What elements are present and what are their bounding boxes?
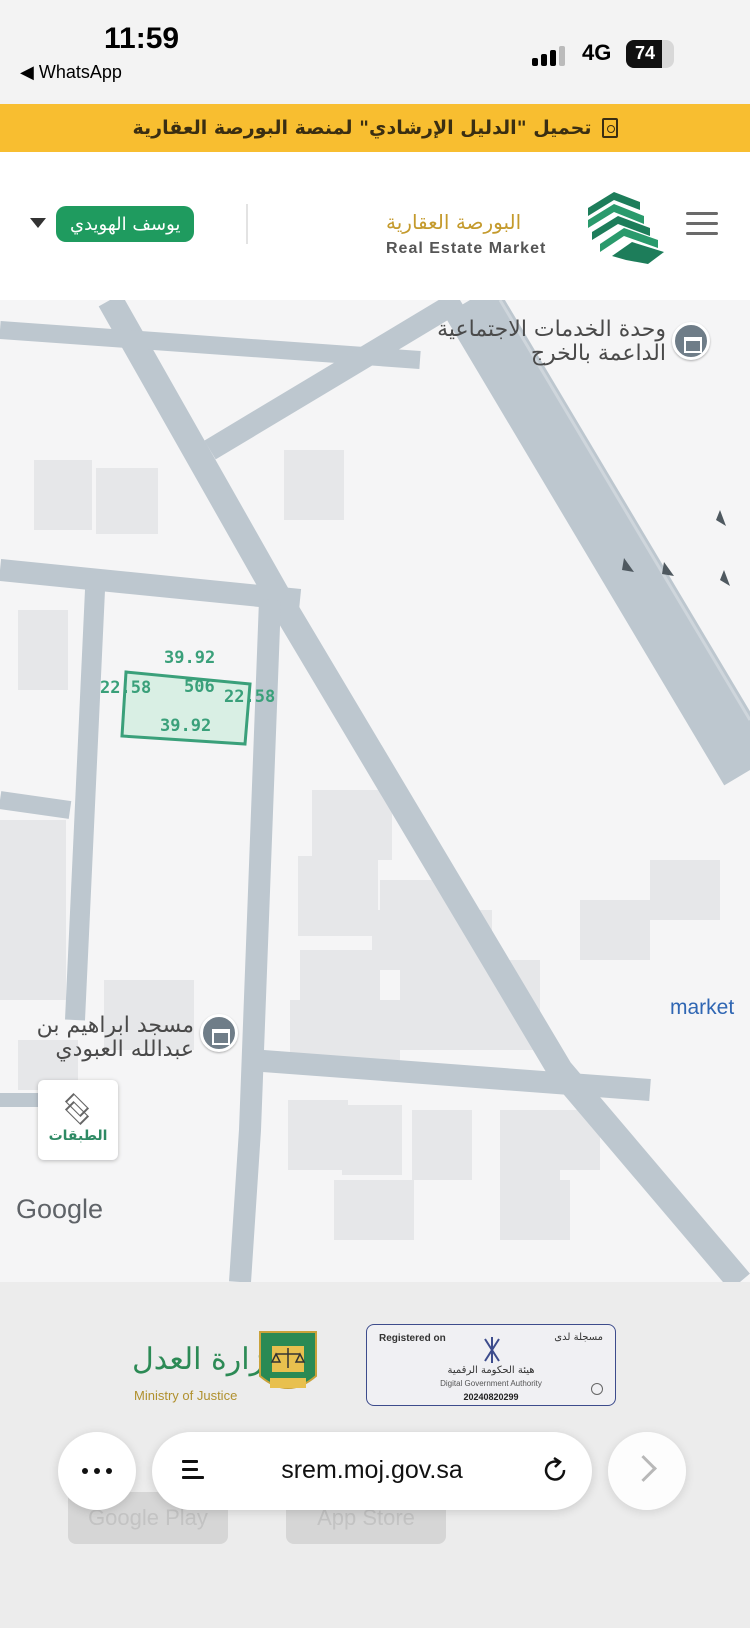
map-view[interactable]: وحدة الخدمات الاجتماعية الداعمة بالخرج م…	[0, 300, 750, 1282]
forward-button[interactable]	[608, 1432, 686, 1510]
verified-check-icon	[591, 1383, 603, 1395]
plot-left-side-length: 22.58	[100, 678, 152, 698]
status-bar: 11:59 ◀ WhatsApp 4G 74	[0, 0, 750, 100]
layers-icon	[62, 1092, 94, 1126]
plot-right-side-length: 22.58	[224, 687, 276, 707]
hamburger-menu-icon[interactable]	[686, 212, 718, 236]
google-attribution: Google	[16, 1194, 104, 1224]
dga-registration-number: 20240820299	[463, 1392, 519, 1402]
site-header: يوسف الهويدي البورصة العقارية Real Estat…	[0, 152, 750, 300]
pdf-icon	[601, 118, 618, 138]
banner-text: تحميل "الدليل الإرشادي" لمنصة البورصة ال…	[132, 117, 592, 139]
more-options-button[interactable]	[58, 1432, 136, 1510]
page: 11:59 ◀ WhatsApp 4G 74 تحميل "الدليل الإ…	[0, 0, 750, 1628]
signal-icon	[532, 44, 572, 66]
user-name: يوسف الهويدي	[70, 213, 181, 235]
poi-social-services-label[interactable]: وحدة الخدمات الاجتماعية الداعمة بالخرج	[390, 318, 666, 366]
justice-scales-emblem-icon	[259, 1331, 317, 1389]
dga-name-ar: هيئة الحكومة الرقمية	[447, 1365, 535, 1376]
dga-name-en: Digital Government Authority	[440, 1379, 542, 1388]
dga-registered-en: Registered on	[379, 1333, 446, 1344]
brand-name-ar: البورصة العقارية	[386, 210, 522, 234]
market-label[interactable]: market	[670, 996, 734, 1020]
moj-name-en: Ministry of Justice	[134, 1388, 238, 1403]
chevron-down-icon[interactable]	[30, 218, 46, 228]
poi-mosque-label[interactable]: مسجد ابراهيم بن عبدالله العبودي	[6, 1014, 194, 1062]
back-to-whatsapp-link[interactable]: ◀ WhatsApp	[20, 62, 122, 83]
mosque-pin-icon[interactable]	[200, 1014, 238, 1052]
real-estate-market-logo-icon[interactable]	[578, 184, 670, 268]
dga-registered-ar: مسجلة لدى	[554, 1332, 603, 1343]
brand-name-en: Real Estate Market	[386, 240, 547, 257]
network-type: 4G	[582, 40, 612, 65]
battery-icon: 74	[626, 40, 674, 68]
social-services-pin-icon[interactable]	[672, 322, 710, 360]
plot-bottom-side-length: 39.92	[160, 716, 212, 736]
guide-download-banner[interactable]: تحميل "الدليل الإرشادي" لمنصة البورصة ال…	[0, 104, 750, 152]
page-footer: وزارة العدل Ministry of Justice Register…	[0, 1282, 750, 1628]
layers-label: الطبقات	[48, 1128, 108, 1144]
reload-icon[interactable]	[540, 1456, 570, 1486]
url-text[interactable]: srem.moj.gov.sa	[152, 1456, 592, 1485]
dga-registration-badge[interactable]: Registered on مسجلة لدى هيئة الحكومة الر…	[366, 1324, 616, 1406]
battery-percent: 74	[634, 43, 656, 63]
address-bar[interactable]: srem.moj.gov.sa	[152, 1432, 592, 1510]
layers-button[interactable]: الطبقات	[38, 1080, 118, 1160]
more-dots-icon	[82, 1468, 88, 1474]
dga-logo-icon	[484, 1337, 500, 1363]
user-menu-button[interactable]: يوسف الهويدي	[56, 206, 195, 242]
status-time: 11:59	[104, 22, 180, 55]
header-divider	[246, 204, 248, 244]
plot-number[interactable]: 506	[184, 677, 215, 697]
plot-top-side-length: 39.92	[164, 648, 216, 668]
